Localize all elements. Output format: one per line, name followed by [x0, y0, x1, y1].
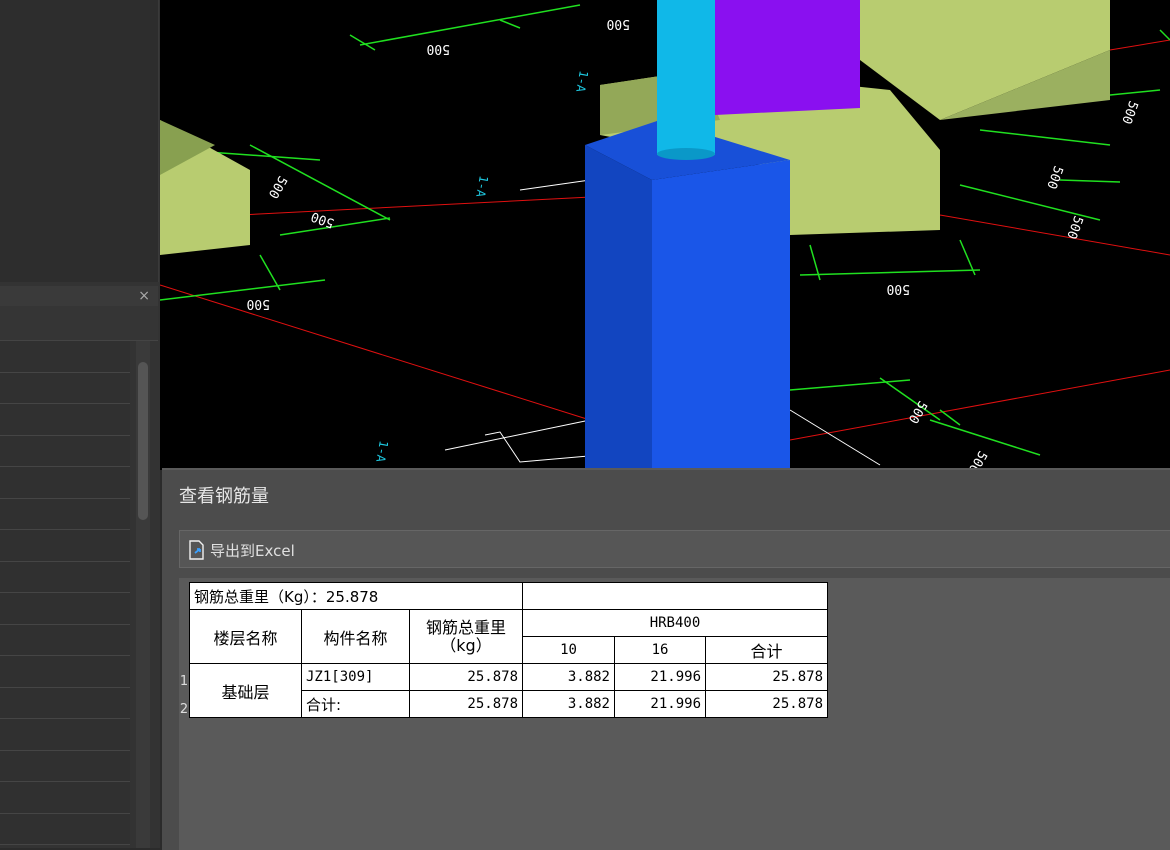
header-floor-name[interactable]: 楼层名称 [189, 609, 302, 664]
row-number[interactable]: 1 [179, 668, 189, 696]
scrollbar-thumb[interactable] [138, 362, 148, 520]
header-grade[interactable]: HRB400 [522, 609, 828, 637]
close-icon[interactable]: × [138, 286, 150, 306]
dimension-label: 500 [265, 173, 290, 201]
axis-label: 1-A [373, 439, 391, 464]
dia-16-cell[interactable]: 21.996 [614, 690, 706, 718]
left-panel-top-area [0, 0, 159, 282]
dimension-label: 500 [905, 398, 930, 426]
export-excel-button[interactable]: 导出到Excel [188, 539, 295, 561]
header-subtotal[interactable]: 合计 [705, 636, 828, 664]
left-panel-subheader [0, 306, 158, 341]
blank-cell[interactable] [522, 582, 828, 610]
dimension-label: 500 [309, 208, 336, 230]
dimension-label: 500 [607, 16, 630, 31]
dia-10-cell[interactable]: 3.882 [522, 663, 615, 691]
dimension-label: 500 [427, 41, 450, 56]
axis-label: 1-A [473, 174, 491, 199]
table-header-row: 楼层名称 构件名称 钢筋总重里（kg） HRB400 [189, 609, 828, 664]
header-total-weight[interactable]: 钢筋总重里（kg） [409, 609, 523, 664]
left-side-panel: × [0, 0, 160, 848]
total-weight-summary[interactable]: 钢筋总重里（Kg）：25.878 [189, 582, 523, 610]
list-item[interactable] [0, 404, 130, 436]
dimension-label: 500 [1063, 214, 1085, 241]
subtotal-cell[interactable]: 25.878 [705, 690, 828, 718]
list-item[interactable] [0, 435, 130, 467]
dimension-label: 500 [247, 296, 270, 311]
list-item[interactable] [0, 498, 130, 530]
list-item[interactable] [0, 530, 130, 562]
purple-column [715, 0, 860, 115]
header-component-name[interactable]: 构件名称 [301, 609, 410, 664]
list-item[interactable] [0, 782, 130, 814]
list-item[interactable] [0, 719, 130, 751]
export-file-icon [189, 540, 204, 560]
dimension-label: 500 [965, 448, 990, 470]
left-panel-list [0, 341, 130, 848]
dimension-label: 500 [1043, 164, 1065, 191]
table-area: 1 2 钢筋总重里（Kg）：25.878 楼层名称 构件名称 钢筋总重里（kg）… [179, 578, 1170, 850]
component-cell[interactable]: 合计: [301, 690, 410, 718]
header-diameter-10[interactable]: 10 [522, 636, 615, 664]
list-item[interactable] [0, 561, 130, 593]
3d-viewport[interactable]: 500 500 500 500 500 500 500 500 500 500 … [160, 0, 1170, 470]
rebar-table: 钢筋总重里（Kg）：25.878 楼层名称 构件名称 钢筋总重里（kg） HRB… [189, 582, 828, 718]
axis-label-group: 1-A 1-A 1-A [373, 69, 591, 464]
list-item[interactable] [0, 750, 130, 782]
dia-16-cell[interactable]: 21.996 [614, 663, 706, 691]
3d-scene: 500 500 500 500 500 500 500 500 500 500 … [160, 0, 1170, 470]
total-weight-cell[interactable]: 25.878 [409, 663, 523, 691]
row-number-column: 1 2 [179, 668, 189, 724]
dia-10-cell[interactable]: 3.882 [522, 690, 615, 718]
subtotal-cell[interactable]: 25.878 [705, 663, 828, 691]
floor-name-cell[interactable]: 基础层 [189, 663, 302, 718]
list-item[interactable] [0, 372, 130, 404]
dimension-label: 500 [887, 281, 910, 296]
list-item[interactable] [0, 341, 130, 373]
table-row: 基础层 JZ1[309] 25.878 3.882 21.996 25.878 [189, 663, 828, 718]
table-row: 钢筋总重里（Kg）：25.878 [189, 582, 828, 610]
axis-label: 1-A [573, 69, 591, 94]
list-item[interactable] [0, 624, 130, 656]
concrete-column [585, 120, 790, 470]
export-button-label: 导出到Excel [210, 541, 295, 560]
dialog-toolbar: 导出到Excel [179, 530, 1170, 568]
dimension-label: 500 [1118, 99, 1140, 126]
cyan-rebar-cylinder [657, 0, 715, 160]
rebar-quantity-dialog: 查看钢筋量 导出到Excel 1 2 钢筋总重里（Kg）：25.878 楼层名称… [162, 468, 1170, 850]
list-item[interactable] [0, 813, 130, 845]
dialog-title: 查看钢筋量 [179, 486, 269, 507]
list-item[interactable] [0, 467, 130, 499]
list-item[interactable] [0, 593, 130, 625]
left-panel-header: × [0, 286, 158, 306]
list-item[interactable] [0, 687, 130, 719]
row-number[interactable]: 2 [179, 696, 189, 724]
list-item[interactable] [0, 656, 130, 688]
header-diameter-16[interactable]: 16 [614, 636, 706, 664]
total-weight-cell[interactable]: 25.878 [409, 690, 523, 718]
component-cell[interactable]: JZ1[309] [301, 663, 410, 691]
